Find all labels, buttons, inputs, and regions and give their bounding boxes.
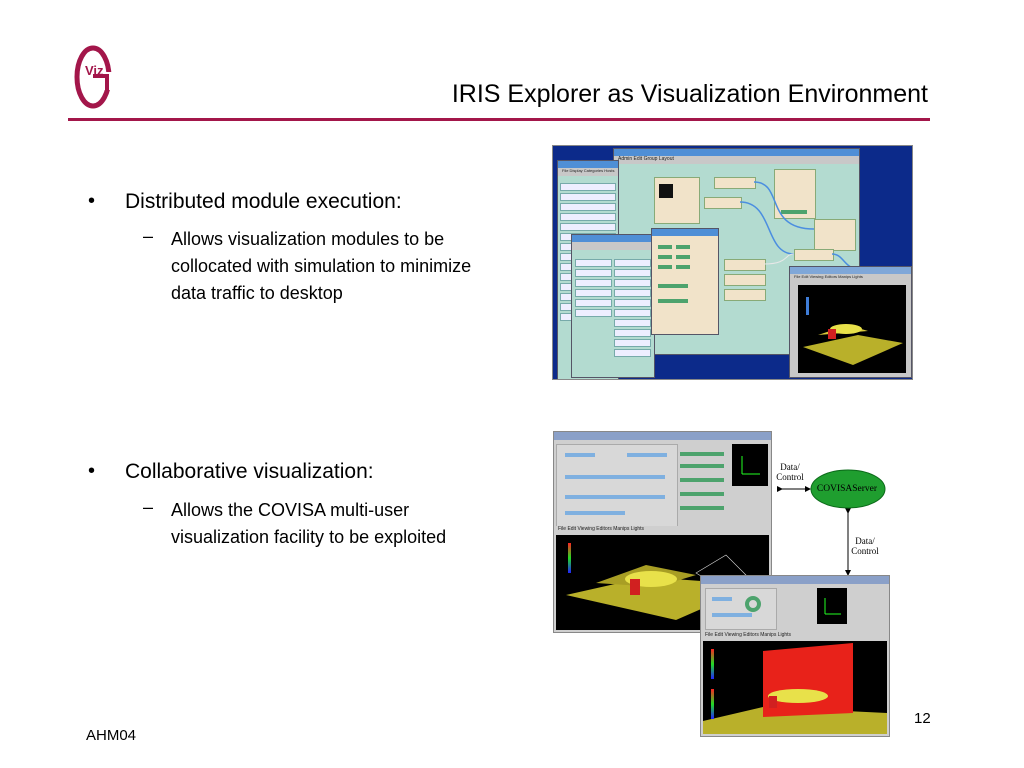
module-control-window xyxy=(651,228,719,335)
collaborative-client-screenshot-2: File Edit Viewing Editors Manips Lights xyxy=(700,575,890,737)
sub-bullet-text: Allows visualization modules to be collo… xyxy=(171,229,472,303)
footer-label: AHM04 xyxy=(86,727,137,744)
bullet-text: Distributed module execution: xyxy=(125,190,402,213)
upper-link-label: Data/ Control xyxy=(776,462,804,482)
control-panel xyxy=(556,444,678,528)
lower-link-label: Data/ Control xyxy=(851,536,879,556)
librarian-window-2 xyxy=(571,234,655,378)
title-underline xyxy=(68,118,930,121)
librarian-menubar: File Display Categories Hosts xyxy=(558,168,618,176)
axis-view xyxy=(732,444,768,486)
axis-view xyxy=(817,588,847,624)
render-menubar: File Edit Viewing Editors Manips Lights xyxy=(790,274,911,282)
page-number: 12 xyxy=(914,710,931,727)
render-viewport xyxy=(798,285,906,373)
slide-title: IRIS Explorer as Visualization Environme… xyxy=(451,80,928,108)
covisa-server-label: COVISAServer xyxy=(816,484,878,494)
sub-bullet-text: Allows the COVISA multi-user visualizati… xyxy=(171,500,447,547)
render-window: File Edit Viewing Editors Manips Lights xyxy=(789,266,912,378)
gviz-logo: Viz xyxy=(74,45,114,109)
slice-render xyxy=(703,643,887,734)
bullet-marker: • xyxy=(88,190,96,212)
render-menubar: File Edit Viewing Editors Manips Lights xyxy=(701,632,889,641)
sub-bullet-marker: – xyxy=(143,497,154,517)
logo-text: Viz xyxy=(85,63,104,78)
bullet-text: Collaborative visualization: xyxy=(125,460,374,483)
render-viewport xyxy=(703,641,887,734)
bullet-marker: • xyxy=(88,460,96,482)
iris-explorer-screenshot: Admin Edit Group Layout File Display Cat… xyxy=(552,145,913,380)
terrain-render xyxy=(803,297,903,365)
sub-bullet-marker: – xyxy=(143,226,154,246)
render-menubar: File Edit Viewing Editors Manips Lights xyxy=(554,526,771,535)
